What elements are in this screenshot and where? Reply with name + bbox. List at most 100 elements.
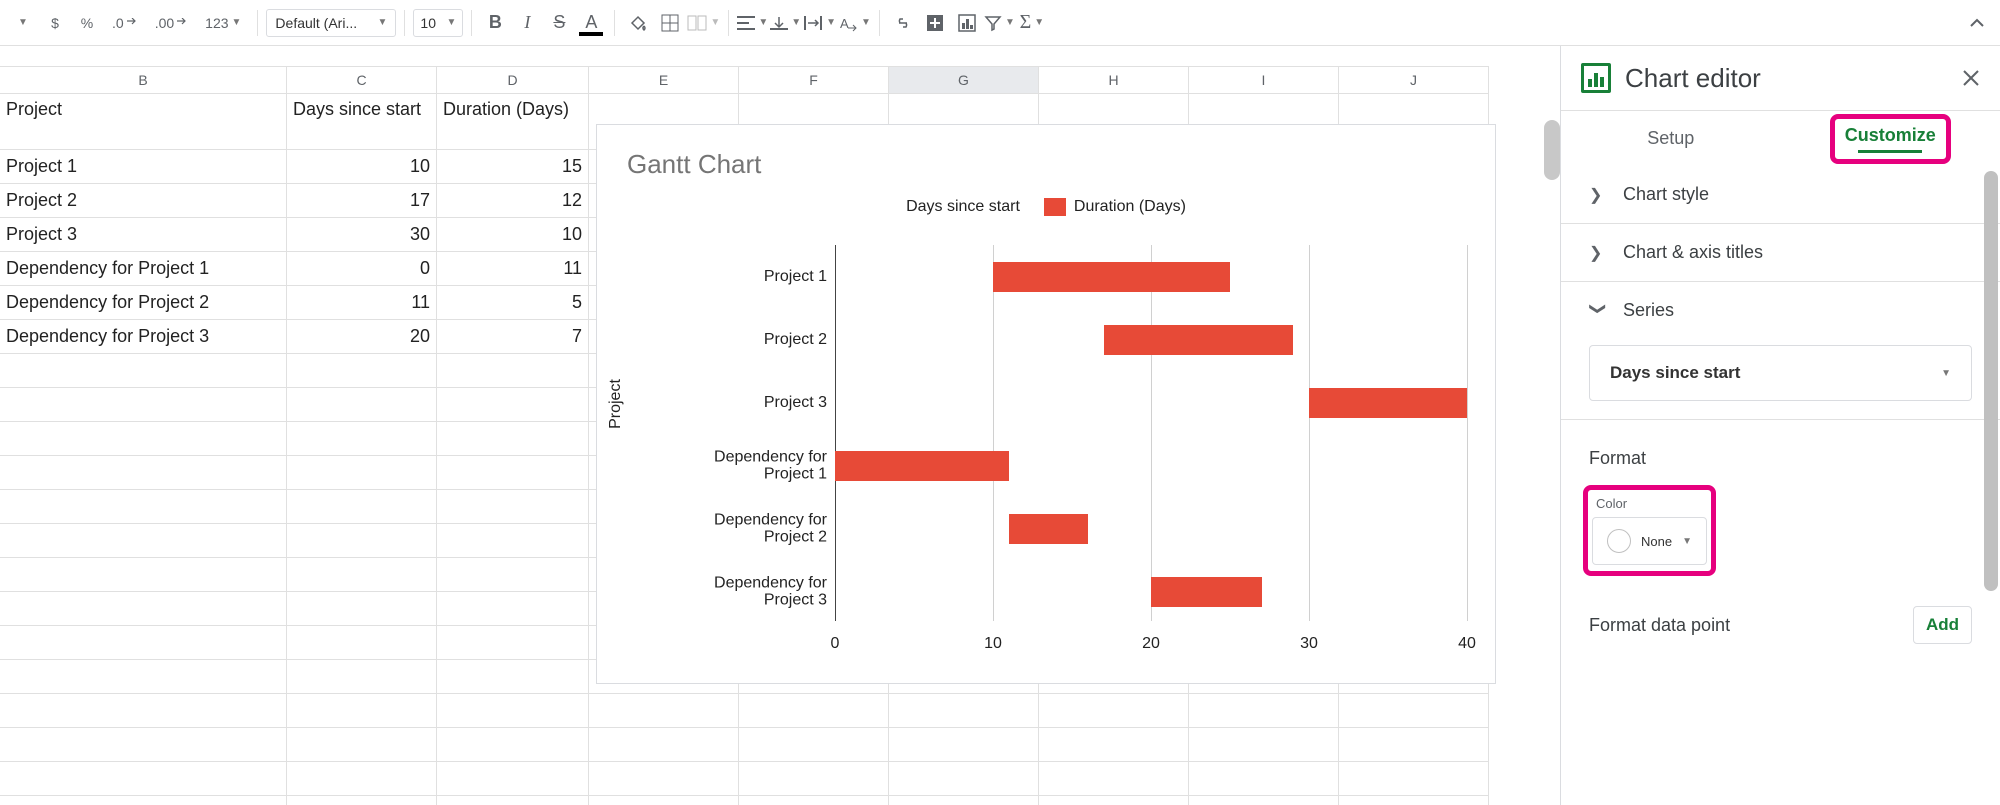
cell[interactable]: 11 <box>437 252 589 286</box>
cell[interactable]: 10 <box>437 218 589 252</box>
cell[interactable] <box>437 762 589 796</box>
cell[interactable]: 15 <box>437 150 589 184</box>
section-chart-style[interactable]: ❯ Chart style <box>1561 166 2000 224</box>
font-family-select[interactable]: Default (Ari...▼ <box>266 9 396 37</box>
filter-button[interactable]: ▼ <box>984 8 1015 38</box>
decrease-decimal-button[interactable]: .0 <box>104 8 145 38</box>
cell[interactable] <box>0 762 287 796</box>
cell[interactable] <box>0 456 287 490</box>
collapse-toolbar-button[interactable] <box>1962 8 1992 38</box>
cell[interactable] <box>739 796 889 805</box>
cell[interactable] <box>1039 694 1189 728</box>
borders-button[interactable] <box>655 8 685 38</box>
insert-comment-button[interactable] <box>920 8 950 38</box>
tab-customize[interactable]: Customize <box>1839 125 1942 153</box>
column-header-B[interactable]: B <box>0 67 287 93</box>
tab-setup[interactable]: Setup <box>1561 128 1781 149</box>
column-header-F[interactable]: F <box>739 67 889 93</box>
cell[interactable]: Days since start <box>287 94 437 150</box>
insert-link-button[interactable] <box>888 8 918 38</box>
column-header-G[interactable]: G <box>889 67 1039 93</box>
cell[interactable] <box>437 660 589 694</box>
chart-bar[interactable] <box>1009 514 1088 544</box>
cell[interactable] <box>739 694 889 728</box>
cell[interactable] <box>287 592 437 626</box>
cell[interactable] <box>589 762 739 796</box>
cell[interactable]: Dependency for Project 2 <box>0 286 287 320</box>
series-select[interactable]: Days since start▼ <box>1589 345 1972 401</box>
cell[interactable] <box>287 660 437 694</box>
cell[interactable] <box>287 796 437 805</box>
embedded-chart[interactable]: Gantt Chart Days since start Duration (D… <box>596 124 1496 684</box>
cell[interactable] <box>287 762 437 796</box>
column-header-E[interactable]: E <box>589 67 739 93</box>
fill-color-button[interactable] <box>623 8 653 38</box>
cell[interactable] <box>889 694 1039 728</box>
cell[interactable]: 11 <box>287 286 437 320</box>
cell[interactable] <box>437 490 589 524</box>
cell[interactable]: Project <box>0 94 287 150</box>
insert-chart-button[interactable] <box>952 8 982 38</box>
cell[interactable] <box>589 796 739 805</box>
cell[interactable]: 0 <box>287 252 437 286</box>
cell[interactable]: 12 <box>437 184 589 218</box>
cell[interactable]: 30 <box>287 218 437 252</box>
cell[interactable] <box>889 796 1039 805</box>
font-size-select[interactable]: 10▼ <box>413 9 463 37</box>
more-dropdown[interactable]: ▼ <box>8 8 38 38</box>
cell[interactable] <box>1339 762 1489 796</box>
cell[interactable] <box>437 626 589 660</box>
cell[interactable]: Dependency for Project 3 <box>0 320 287 354</box>
cell[interactable] <box>287 558 437 592</box>
cell[interactable] <box>1189 694 1339 728</box>
cell[interactable] <box>889 728 1039 762</box>
cell[interactable] <box>287 626 437 660</box>
cell[interactable] <box>437 354 589 388</box>
cell[interactable] <box>287 422 437 456</box>
cell[interactable]: 20 <box>287 320 437 354</box>
cell[interactable] <box>437 728 589 762</box>
cell[interactable] <box>739 762 889 796</box>
strikethrough-button[interactable]: S <box>544 8 574 38</box>
cell[interactable] <box>0 422 287 456</box>
column-header-D[interactable]: D <box>437 67 589 93</box>
cell[interactable] <box>287 728 437 762</box>
cell[interactable]: 10 <box>287 150 437 184</box>
column-header-I[interactable]: I <box>1189 67 1339 93</box>
cell[interactable] <box>0 354 287 388</box>
cell[interactable] <box>437 422 589 456</box>
cell[interactable] <box>589 694 739 728</box>
cell[interactable] <box>1189 728 1339 762</box>
cell[interactable] <box>0 558 287 592</box>
cell[interactable] <box>287 694 437 728</box>
chart-bar[interactable] <box>1104 325 1294 355</box>
cell[interactable]: Dependency for Project 1 <box>0 252 287 286</box>
merge-cells-button[interactable]: ▼ <box>687 8 720 38</box>
cell[interactable] <box>739 728 889 762</box>
text-rotation-button[interactable]: A▼ <box>838 8 871 38</box>
cell[interactable] <box>1189 796 1339 805</box>
cell[interactable] <box>437 388 589 422</box>
text-color-button[interactable]: A <box>576 8 606 38</box>
cell[interactable]: Duration (Days) <box>437 94 589 150</box>
cell[interactable] <box>0 490 287 524</box>
cell[interactable] <box>0 796 287 805</box>
format-currency-button[interactable]: $ <box>40 8 70 38</box>
cell[interactable] <box>0 388 287 422</box>
chart-bar[interactable] <box>993 262 1230 292</box>
spreadsheet-grid[interactable]: BCDEFGHIJ ProjectDays since startDuratio… <box>0 46 1560 805</box>
cell[interactable] <box>0 626 287 660</box>
cell[interactable] <box>287 456 437 490</box>
cell[interactable] <box>437 592 589 626</box>
series-color-select[interactable]: None ▼ <box>1592 517 1707 565</box>
column-header-J[interactable]: J <box>1339 67 1489 93</box>
cell[interactable] <box>0 694 287 728</box>
section-chart-axis-titles[interactable]: ❯ Chart & axis titles <box>1561 224 2000 282</box>
cell[interactable] <box>1189 762 1339 796</box>
increase-decimal-button[interactable]: .00 <box>147 8 195 38</box>
cell[interactable] <box>437 694 589 728</box>
sidebar-scrollbar[interactable] <box>1980 171 2000 805</box>
close-sidebar-button[interactable] <box>1962 69 1980 87</box>
cell[interactable] <box>287 354 437 388</box>
vertical-scrollbar[interactable] <box>1544 120 1560 180</box>
